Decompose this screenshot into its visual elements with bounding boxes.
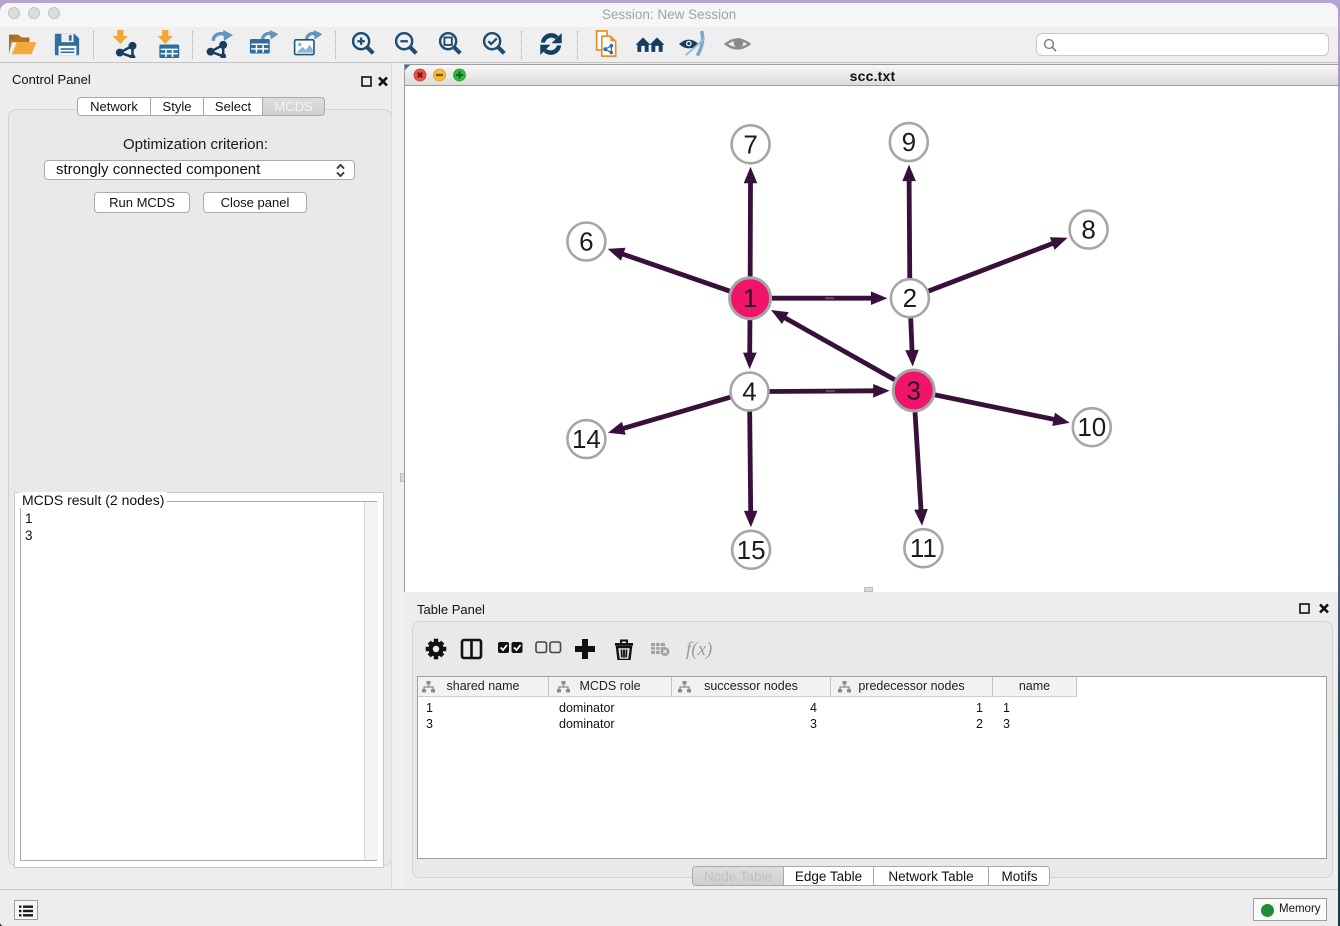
svg-text:9: 9: [902, 127, 916, 157]
svg-text:15: 15: [737, 535, 766, 565]
svg-text:4: 4: [742, 377, 756, 407]
svg-text:8: 8: [1081, 215, 1095, 245]
svg-text:1: 1: [743, 283, 757, 313]
svg-text:f(x): f(x): [686, 639, 712, 660]
svg-text:6: 6: [579, 227, 593, 257]
svg-text:2: 2: [903, 283, 917, 313]
svg-text:3: 3: [906, 376, 920, 406]
svg-text:14: 14: [572, 424, 601, 454]
svg-text:11: 11: [910, 533, 937, 563]
svg-text:7: 7: [743, 129, 757, 159]
svg-text:10: 10: [1077, 412, 1106, 442]
